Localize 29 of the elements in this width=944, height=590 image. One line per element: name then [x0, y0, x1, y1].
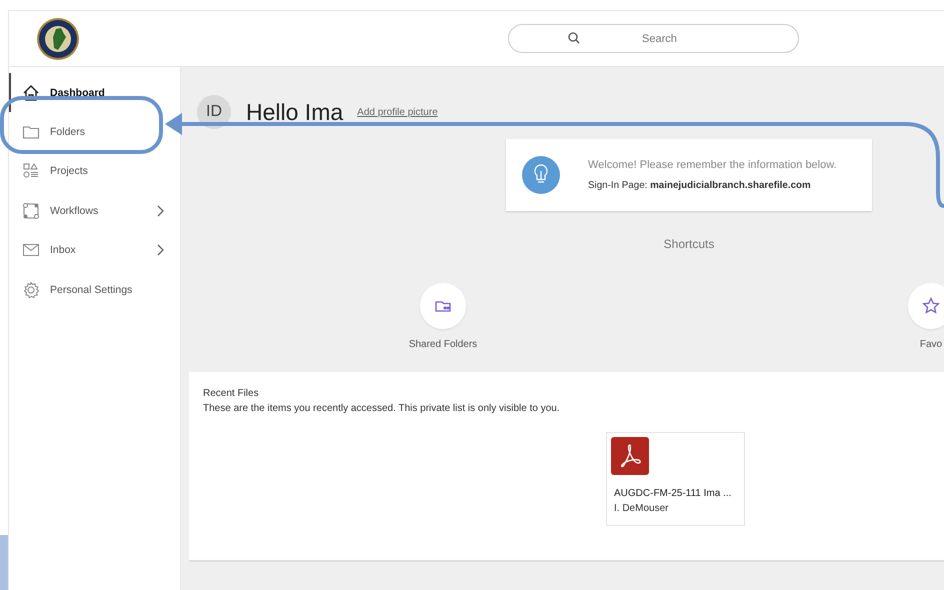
pdf-file-icon — [611, 437, 649, 475]
file-owner: I. DeMouser — [614, 503, 670, 514]
workflow-icon — [22, 202, 40, 220]
shortcut-label[interactable]: Shared Folders — [408, 339, 478, 350]
sidebar-item[interactable]: Personal Settings — [9, 270, 180, 310]
shortcut-button[interactable] — [420, 283, 466, 329]
shapes-icon — [22, 162, 40, 180]
file-card[interactable]: AUGDC-FM-25-111 Ima ... I. DeMouser — [606, 432, 745, 526]
shortcuts-heading: Shortcuts — [664, 237, 714, 251]
sidebar-item[interactable]: Inbox — [9, 230, 180, 270]
sidebar-item[interactable]: Workflows — [9, 191, 180, 231]
file-name: AUGDC-FM-25-111 Ima ... — [614, 488, 732, 499]
side-strip — [0, 535, 8, 590]
seal-logo — [36, 16, 80, 60]
welcome-message: Welcome! Please remember the information below. — [588, 159, 837, 171]
sign-in-page-text: Sign-In Page: mainejudicialbranch.sharefile.com — [588, 180, 812, 191]
search-field[interactable]: Search — [508, 24, 799, 53]
sidebar-item[interactable]: Folders — [9, 112, 180, 152]
sidebar-item[interactable]: Projects — [9, 152, 180, 192]
recent-files-description: These are the items you recently accessed. This private list is only visible to you. — [203, 403, 561, 414]
home-icon — [22, 84, 40, 102]
add-profile-picture-link[interactable]: Add profile picture — [357, 106, 438, 118]
recent-files-heading: Recent Files — [203, 388, 260, 399]
star-icon — [922, 297, 940, 315]
lightbulb-icon — [522, 156, 560, 194]
shortcut-button[interactable] — [908, 283, 944, 329]
gear-icon — [22, 280, 40, 299]
shortcut-label[interactable]: Favo — [920, 339, 942, 350]
greeting-title: Hello Ima — [246, 98, 344, 126]
